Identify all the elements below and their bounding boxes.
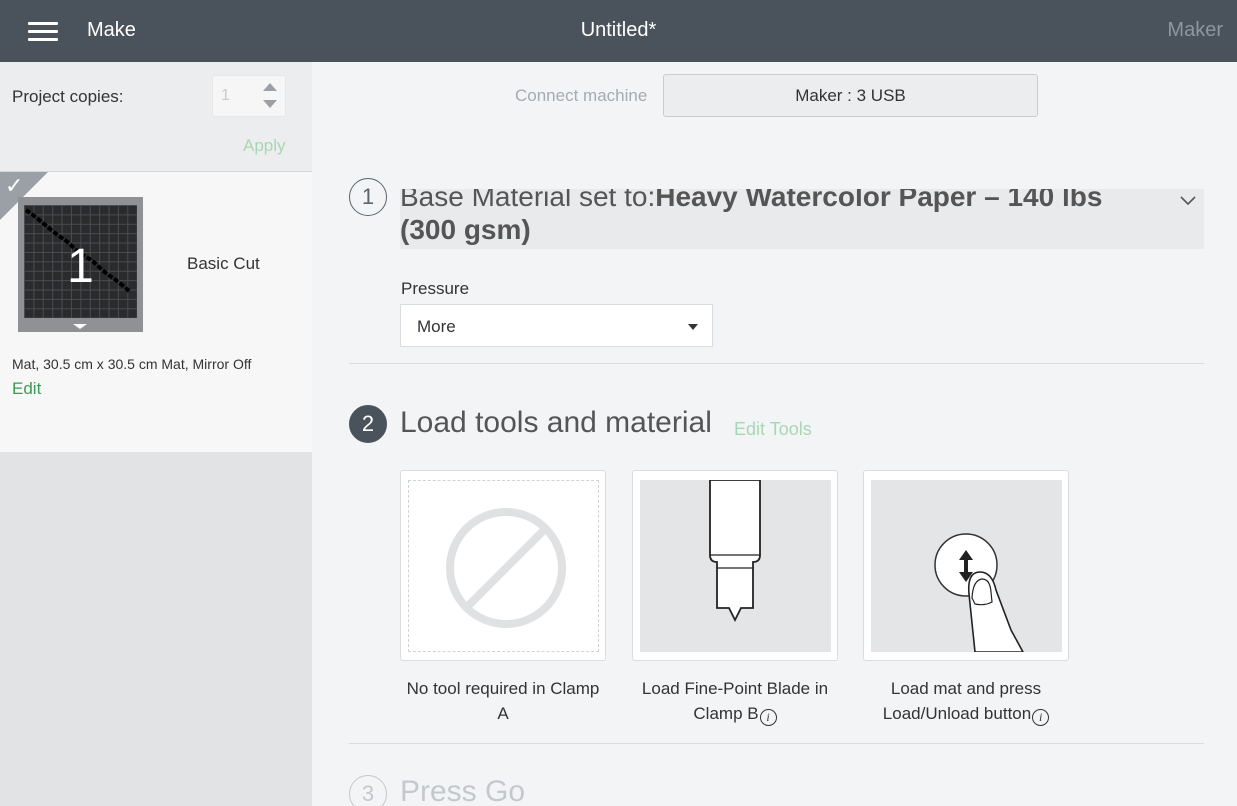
sidebar: Project copies: 1 Apply ✓ 1 Basic Cut Ma… xyxy=(0,62,312,806)
mat-label: Basic Cut xyxy=(187,254,260,273)
clamp-b-caption: Load Fine-Point Blade in Clamp Bi xyxy=(632,676,838,726)
mat-number: 1 xyxy=(67,240,94,293)
project-copies-stepper[interactable]: 1 xyxy=(212,75,286,117)
base-material-prefix: Base Material set to: xyxy=(400,189,656,212)
clamp-a-caption-text: No tool required in Clamp A xyxy=(406,679,600,723)
chevron-down-icon[interactable] xyxy=(1180,193,1196,209)
divider xyxy=(349,363,1204,364)
tool-card-clamp-b xyxy=(632,470,838,661)
project-title-text[interactable]: Untitled* xyxy=(581,19,657,41)
screen-title: Make xyxy=(87,19,136,41)
connect-machine-label: Connect machine xyxy=(515,86,648,105)
project-copies-label: Project copies: xyxy=(12,87,124,106)
pressure-value: More xyxy=(417,317,456,336)
card-image xyxy=(640,479,831,652)
mat-item[interactable]: ✓ 1 Basic Cut Mat, 30.5 cm x 30.5 cm Mat… xyxy=(0,172,312,452)
load-unload-button-icon xyxy=(934,533,1025,653)
machine-select-button[interactable]: Maker : 3 USB xyxy=(663,74,1038,117)
base-material-header[interactable]: Base Material set to:Heavy Watercolor Pa… xyxy=(400,189,1204,249)
press-go-title: Press Go xyxy=(400,775,526,806)
top-bar: Make Untitled* Maker xyxy=(0,0,1237,62)
pressure-label: Pressure xyxy=(401,279,470,298)
mat-description: Mat, 30.5 cm x 30.5 cm Mat, Mirror Off xyxy=(12,356,252,372)
mat-arrow-icon xyxy=(73,324,87,329)
stepper-up-icon[interactable] xyxy=(263,83,277,91)
no-tool-icon xyxy=(446,508,566,628)
info-icon[interactable]: i xyxy=(759,709,777,726)
apply-button[interactable]: Apply xyxy=(243,136,286,156)
dropdown-caret-icon xyxy=(688,324,698,330)
checkmark-icon: ✓ xyxy=(5,174,24,199)
menu-icon[interactable] xyxy=(28,22,58,42)
pressure-dropdown[interactable]: More xyxy=(400,304,713,347)
load-mat-caption-text: Load mat and press Load/Unload button xyxy=(882,679,1042,723)
stepper-down-icon[interactable] xyxy=(263,100,277,108)
card-image xyxy=(408,480,599,652)
divider xyxy=(349,743,1204,744)
mat-thumbnail[interactable]: 1 xyxy=(18,197,143,332)
clamp-b-caption-text: Load Fine-Point Blade in Clamp B xyxy=(641,679,829,723)
edit-tools-link[interactable]: Edit Tools xyxy=(734,419,812,440)
fine-point-blade-icon xyxy=(709,479,761,623)
base-material-text: Base Material set to:Heavy Watercolor Pa… xyxy=(400,189,1140,246)
load-tools-title: Load tools and material xyxy=(400,406,712,439)
tool-card-load-mat xyxy=(863,470,1069,661)
project-copies-panel: Project copies: 1 Apply xyxy=(0,62,312,172)
clamp-a-caption: No tool required in Clamp A xyxy=(400,676,606,726)
info-icon[interactable]: i xyxy=(1032,709,1050,726)
project-title: Untitled* xyxy=(0,19,1237,42)
mat-edit-link[interactable]: Edit xyxy=(12,379,41,399)
card-image xyxy=(871,480,1062,653)
step-1-number: 1 xyxy=(349,178,387,216)
machine-label: Maker xyxy=(1167,19,1223,41)
project-copies-value[interactable]: 1 xyxy=(221,87,230,105)
load-mat-caption: Load mat and press Load/Unload button i xyxy=(863,676,1069,726)
step-3-number: 3 xyxy=(349,775,387,806)
tool-card-clamp-a xyxy=(400,470,606,661)
step-2-number: 2 xyxy=(349,405,387,443)
